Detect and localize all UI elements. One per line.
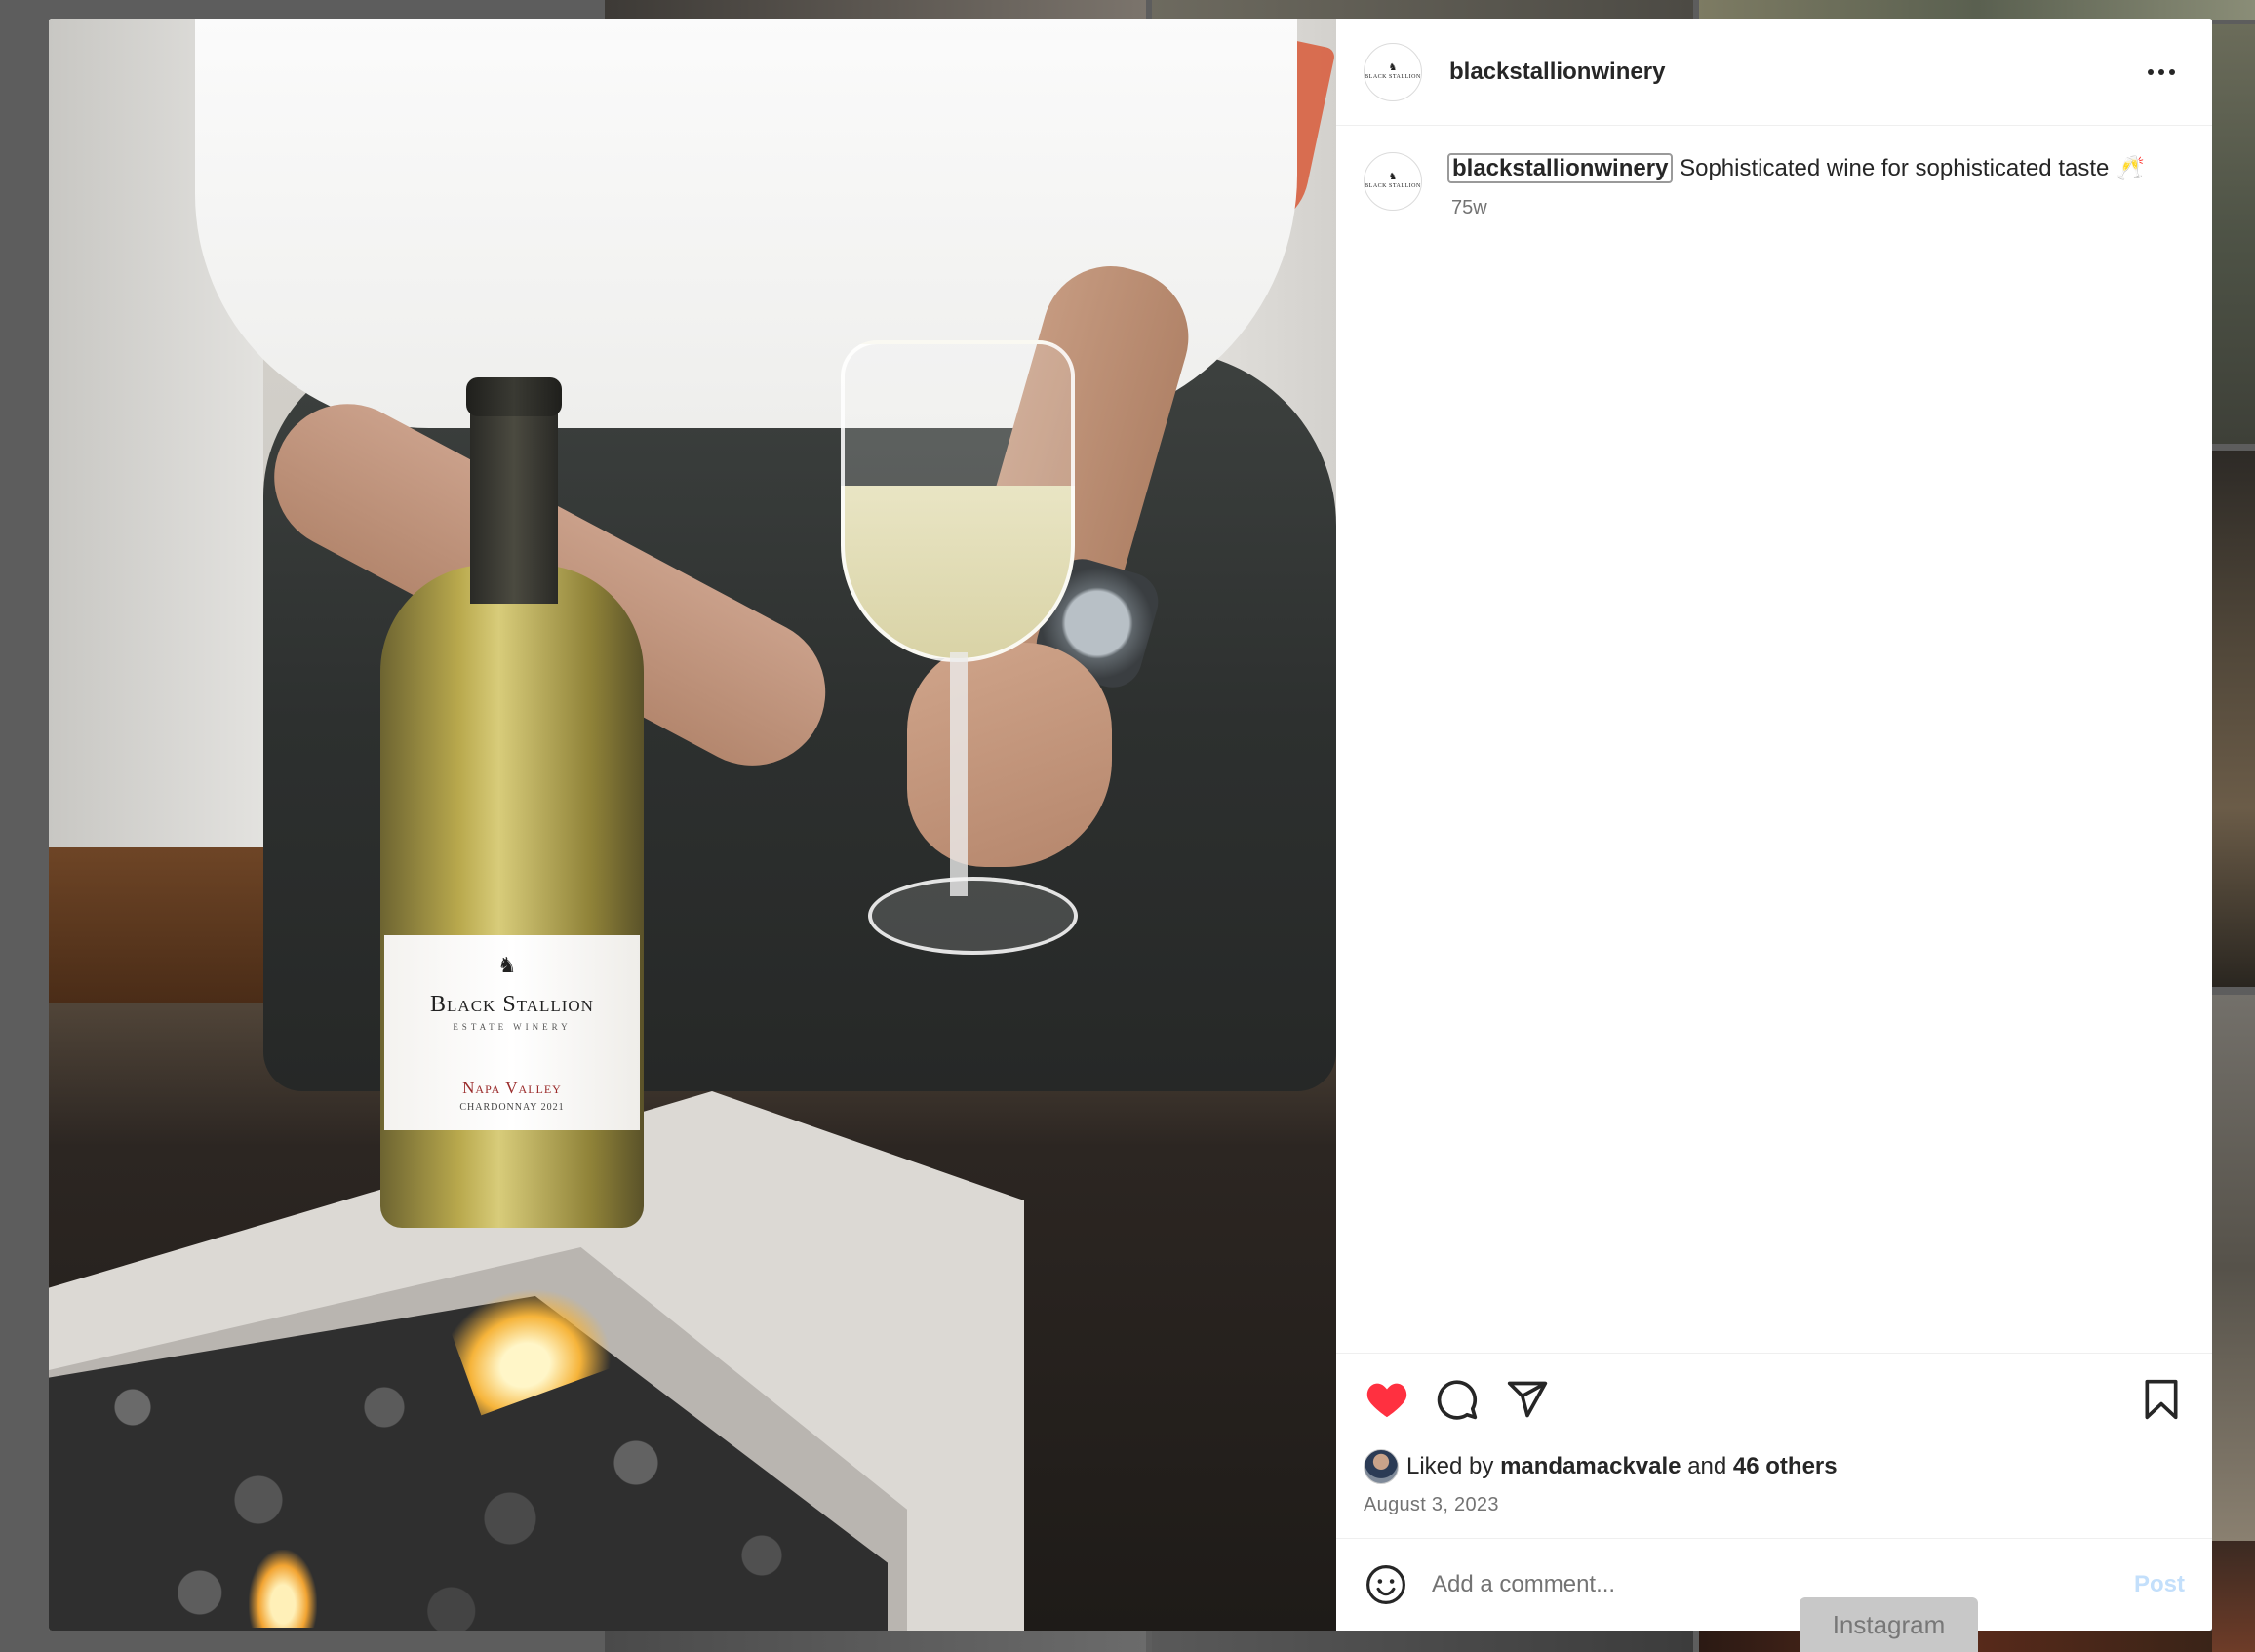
more-options-icon[interactable]	[2138, 59, 2185, 85]
caption-wrap: blackstallionwinery Sophisticated wine f…	[1447, 152, 2185, 219]
post-caption: blackstallionwinery Sophisticated wine f…	[1447, 152, 2154, 185]
liked-by-user[interactable]: mandamackvale	[1500, 1453, 1681, 1480]
liked-by-others[interactable]: 46 others	[1733, 1453, 1838, 1480]
image-glass-foot	[868, 877, 1078, 955]
header-username[interactable]: blackstallionwinery	[1449, 59, 1665, 86]
profile-avatar[interactable]: ♞ BLACK STALLION	[1364, 42, 1422, 101]
avatar-logo-text: BLACK STALLION	[1365, 183, 1421, 189]
caption-text: Sophisticated wine for sophisticated tas…	[1680, 155, 2145, 181]
avatar-logo-text: BLACK STALLION	[1365, 73, 1421, 80]
post-comment-button[interactable]: Post	[2134, 1571, 2185, 1598]
liked-by-and: and	[1687, 1453, 1727, 1479]
emoji-icon[interactable]	[1364, 1562, 1408, 1607]
post-caption-section: ♞ BLACK STALLION blackstallionwinery Sop…	[1336, 126, 2212, 1353]
image-glass-stem	[950, 652, 968, 896]
likes-summary: Liked by mandamackvale and 46 others	[1364, 1449, 2185, 1484]
comment-bar: Post	[1336, 1538, 2212, 1631]
grid-thumbnail[interactable]	[2212, 24, 2255, 444]
grid-thumbnail[interactable]	[2212, 1541, 2255, 1652]
comment-icon[interactable]	[1434, 1376, 1481, 1423]
horse-logo-icon: ♞	[1388, 61, 1398, 73]
grid-thumbnail[interactable]	[1152, 0, 1693, 20]
tooltip: Instagram	[1800, 1597, 1978, 1652]
caption-avatar[interactable]: ♞ BLACK STALLION	[1364, 152, 1422, 211]
share-icon[interactable]	[1504, 1376, 1551, 1423]
image-bottle-label: ♞ Black Stallion ESTATE WINERY Napa Vall…	[384, 935, 640, 1130]
post-date[interactable]: August 3, 2023	[1364, 1494, 2185, 1516]
post-modal: ♞ Black Stallion ESTATE WINERY Napa Vall…	[49, 19, 2212, 1631]
post-actions: Liked by mandamackvale and 46 others Aug…	[1336, 1353, 2212, 1516]
image-flame	[249, 1550, 317, 1628]
label-estate: ESTATE WINERY	[453, 1022, 572, 1032]
post-image[interactable]: ♞ Black Stallion ESTATE WINERY Napa Vall…	[49, 19, 1336, 1631]
grid-thumbnail[interactable]	[2212, 451, 2255, 987]
grid-thumbnail[interactable]	[1699, 0, 2255, 20]
bookmark-icon[interactable]	[2138, 1376, 2185, 1423]
label-brand: Black Stallion	[430, 992, 594, 1017]
horse-logo-icon: ♞	[497, 953, 517, 977]
liked-by-prefix: Liked by	[1406, 1453, 1494, 1479]
post-sidebar: ♞ BLACK STALLION blackstallionwinery ♞ B…	[1336, 19, 2212, 1631]
action-icon-row	[1364, 1375, 2185, 1424]
image-wine-glass	[841, 340, 1075, 662]
horse-logo-icon: ♞	[1388, 172, 1398, 182]
heart-icon[interactable]	[1364, 1376, 1410, 1423]
post-header: ♞ BLACK STALLION blackstallionwinery	[1336, 19, 2212, 126]
label-region: Napa Valley	[462, 1079, 562, 1097]
label-varietal: CHARDONNAY 2021	[459, 1102, 565, 1113]
image-hand	[907, 643, 1112, 867]
image-bottle-cap	[466, 377, 562, 416]
caption-username[interactable]: blackstallionwinery	[1447, 153, 1674, 183]
grid-thumbnail[interactable]	[2212, 995, 2255, 1541]
grid-thumbnail[interactable]	[605, 0, 1146, 20]
liker-avatar[interactable]	[1364, 1449, 1399, 1484]
caption-timestamp[interactable]: 75w	[1451, 197, 2185, 219]
grid-thumbnail[interactable]	[1152, 1631, 1693, 1652]
comment-input[interactable]	[1432, 1571, 2134, 1598]
grid-thumbnail[interactable]	[605, 1631, 1146, 1652]
